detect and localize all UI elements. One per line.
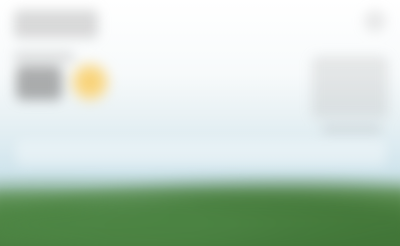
details-line-placeholder [322, 126, 382, 133]
location-label-placeholder [14, 52, 74, 62]
menu-icon[interactable] [364, 10, 386, 32]
temperature-readout-placeholder [16, 66, 62, 100]
details-panel-placeholder [312, 56, 388, 118]
blurred-content-layer [0, 0, 400, 246]
weather-screen [0, 0, 400, 246]
forecast-strip-placeholder [16, 140, 386, 166]
header-title-placeholder [14, 10, 98, 38]
sun-icon [70, 62, 110, 102]
background-landscape [0, 176, 400, 246]
